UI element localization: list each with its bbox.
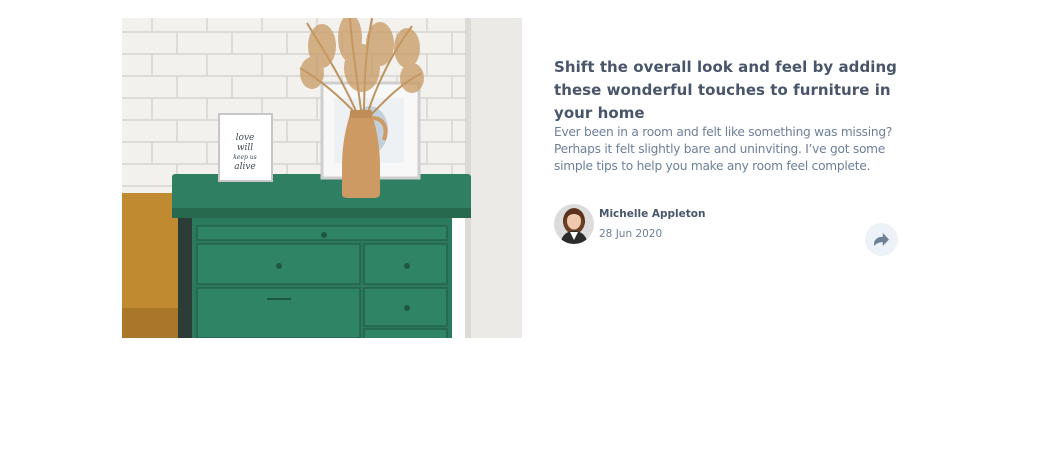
article-content: Shift the overall look and feel by addin… — [522, 18, 922, 338]
article-title[interactable]: Shift the overall look and feel by addin… — [554, 56, 914, 125]
article-card: love will keep us alive Shift the overal… — [122, 18, 922, 338]
svg-text:love: love — [236, 133, 255, 143]
post-date: 28 Jun 2020 — [599, 227, 663, 240]
share-icon — [874, 233, 889, 246]
article-description: Ever been in a room and felt like someth… — [554, 125, 893, 173]
svg-text:keep us: keep us — [233, 154, 256, 161]
article-hero-image: love will keep us alive — [122, 18, 522, 338]
author-info: Michelle Appleton 28 Jun 2020 — [554, 204, 705, 244]
author-avatar — [554, 204, 594, 244]
share-button[interactable] — [865, 223, 898, 256]
svg-text:alive: alive — [234, 162, 256, 172]
author-name: Michelle Appleton — [599, 207, 706, 220]
svg-text:will: will — [237, 143, 253, 153]
author-meta: Michelle Appleton 28 Jun 2020 — [599, 208, 705, 241]
